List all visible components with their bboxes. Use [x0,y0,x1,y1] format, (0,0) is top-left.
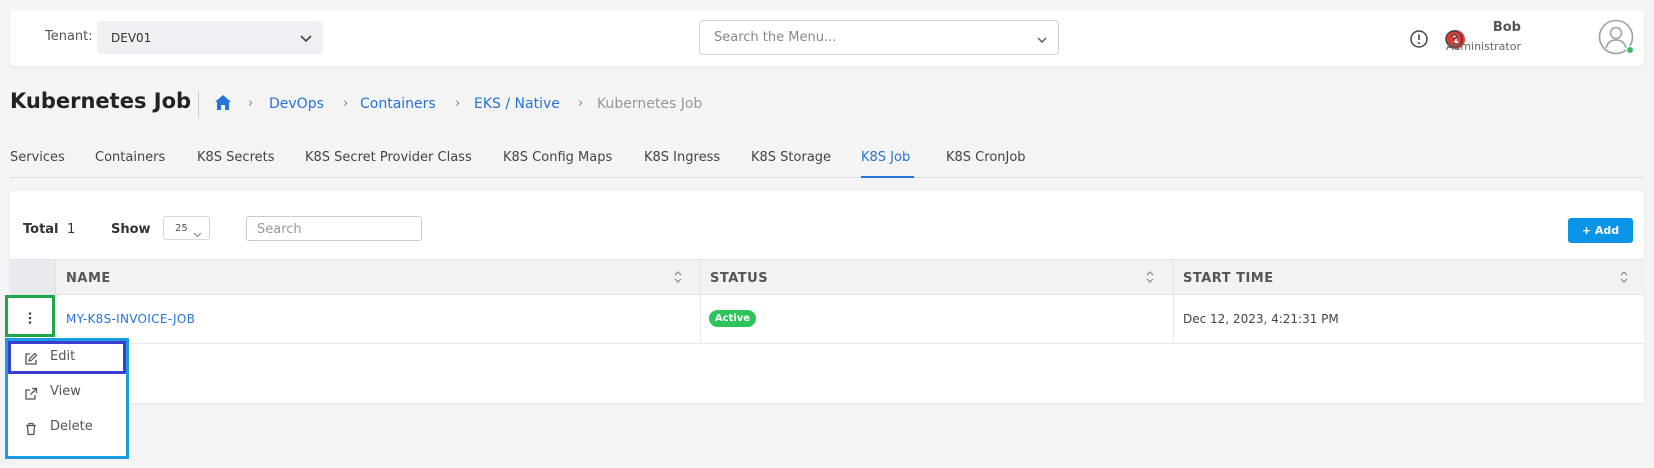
column-divider [55,295,56,343]
column-divider [1173,295,1174,343]
table-header: NAME STATUS START TIME [10,259,1644,295]
table-search-placeholder: Search [257,222,302,237]
show-label: Show [111,222,151,237]
external-link-icon [24,386,38,405]
menu-item-view-label: View [50,384,81,399]
trash-icon [24,421,38,440]
breadcrumb-separator: › [343,96,349,111]
tab-services[interactable]: Services [10,150,65,165]
column-header-name[interactable]: NAME [66,271,111,286]
kebab-menu-icon [27,310,33,329]
tenant-label: Tenant: [45,29,93,44]
job-name-link[interactable]: MY-K8S-INVOICE-JOB [66,312,195,326]
title-divider [198,91,199,118]
chevron-down-icon [1036,31,1048,50]
sort-icon[interactable] [1145,269,1155,289]
page-size-select[interactable]: 25 [163,216,210,240]
menu-item-edit-label: Edit [50,349,76,364]
breadcrumb-current: Kubernetes Job [597,96,703,112]
home-icon[interactable] [214,94,232,115]
menu-item-view[interactable]: View [8,376,126,409]
top-bar: Tenant: DEV01 Search the Menu... 1 Bob A… [10,10,1644,66]
breadcrumb-containers[interactable]: Containers [360,96,436,112]
breadcrumb-separator: › [455,96,461,111]
alert-icon[interactable] [1409,29,1429,53]
column-header-start-time[interactable]: START TIME [1183,271,1274,286]
chevron-down-icon [193,224,202,243]
add-button[interactable]: + Add [1568,218,1633,243]
menu-item-delete[interactable]: Delete [8,411,126,444]
tab-k8s-cronjob[interactable]: K8S CronJob [946,150,1026,165]
tab-k8s-secret-provider-class[interactable]: K8S Secret Provider Class [305,150,472,165]
menu-search-placeholder: Search the Menu... [714,30,837,45]
tab-k8s-storage[interactable]: K8S Storage [751,150,831,165]
online-status-dot [1626,46,1634,54]
total-value: 1 [67,222,76,237]
tab-k8s-job[interactable]: K8S Job [861,150,910,165]
column-header-status[interactable]: STATUS [710,271,768,286]
tab-k8s-secrets[interactable]: K8S Secrets [197,150,275,165]
column-divider [1173,260,1174,294]
breadcrumb-separator: › [248,96,254,111]
column-divider [700,260,701,294]
tab-bar: Services Containers K8S Secrets K8S Secr… [10,150,1644,178]
tenant-value: DEV01 [111,31,152,45]
header-actions-cell [10,260,55,294]
status-badge: Active [709,310,756,327]
total-label: Total [23,222,59,237]
breadcrumb-devops[interactable]: DevOps [269,96,324,112]
page-size-value: 25 [175,223,188,234]
user-role: Administrator [1446,40,1521,53]
row-actions-menu: Edit View Delete [5,338,129,459]
chevron-down-icon [299,30,313,49]
start-time-cell: Dec 12, 2023, 4:21:31 PM [1183,312,1339,326]
row-actions-button[interactable] [5,295,55,337]
sort-icon[interactable] [673,269,683,289]
edit-icon [24,351,38,370]
column-divider [55,260,56,294]
page-title: Kubernetes Job [10,89,192,113]
breadcrumb-separator: › [578,96,584,111]
table-search-input[interactable]: Search [246,216,422,241]
menu-search-input[interactable]: Search the Menu... [699,20,1059,55]
tenant-select[interactable]: DEV01 [97,21,323,54]
user-name: Bob [1492,20,1521,35]
breadcrumb-eks-native[interactable]: EKS / Native [474,96,560,112]
menu-item-edit[interactable]: Edit [8,341,126,374]
table-row: MY-K8S-INVOICE-JOB Active Dec 12, 2023, … [10,295,1644,344]
active-tab-underline [861,176,914,178]
jobs-card: Total 1 Show 25 Search + Add NAME STATUS… [10,191,1644,403]
column-divider [700,295,701,343]
sort-icon[interactable] [1619,269,1629,289]
menu-item-delete-label: Delete [50,419,93,434]
tab-containers[interactable]: Containers [95,150,165,165]
tab-k8s-config-maps[interactable]: K8S Config Maps [503,150,612,165]
tab-k8s-ingress[interactable]: K8S Ingress [644,150,720,165]
